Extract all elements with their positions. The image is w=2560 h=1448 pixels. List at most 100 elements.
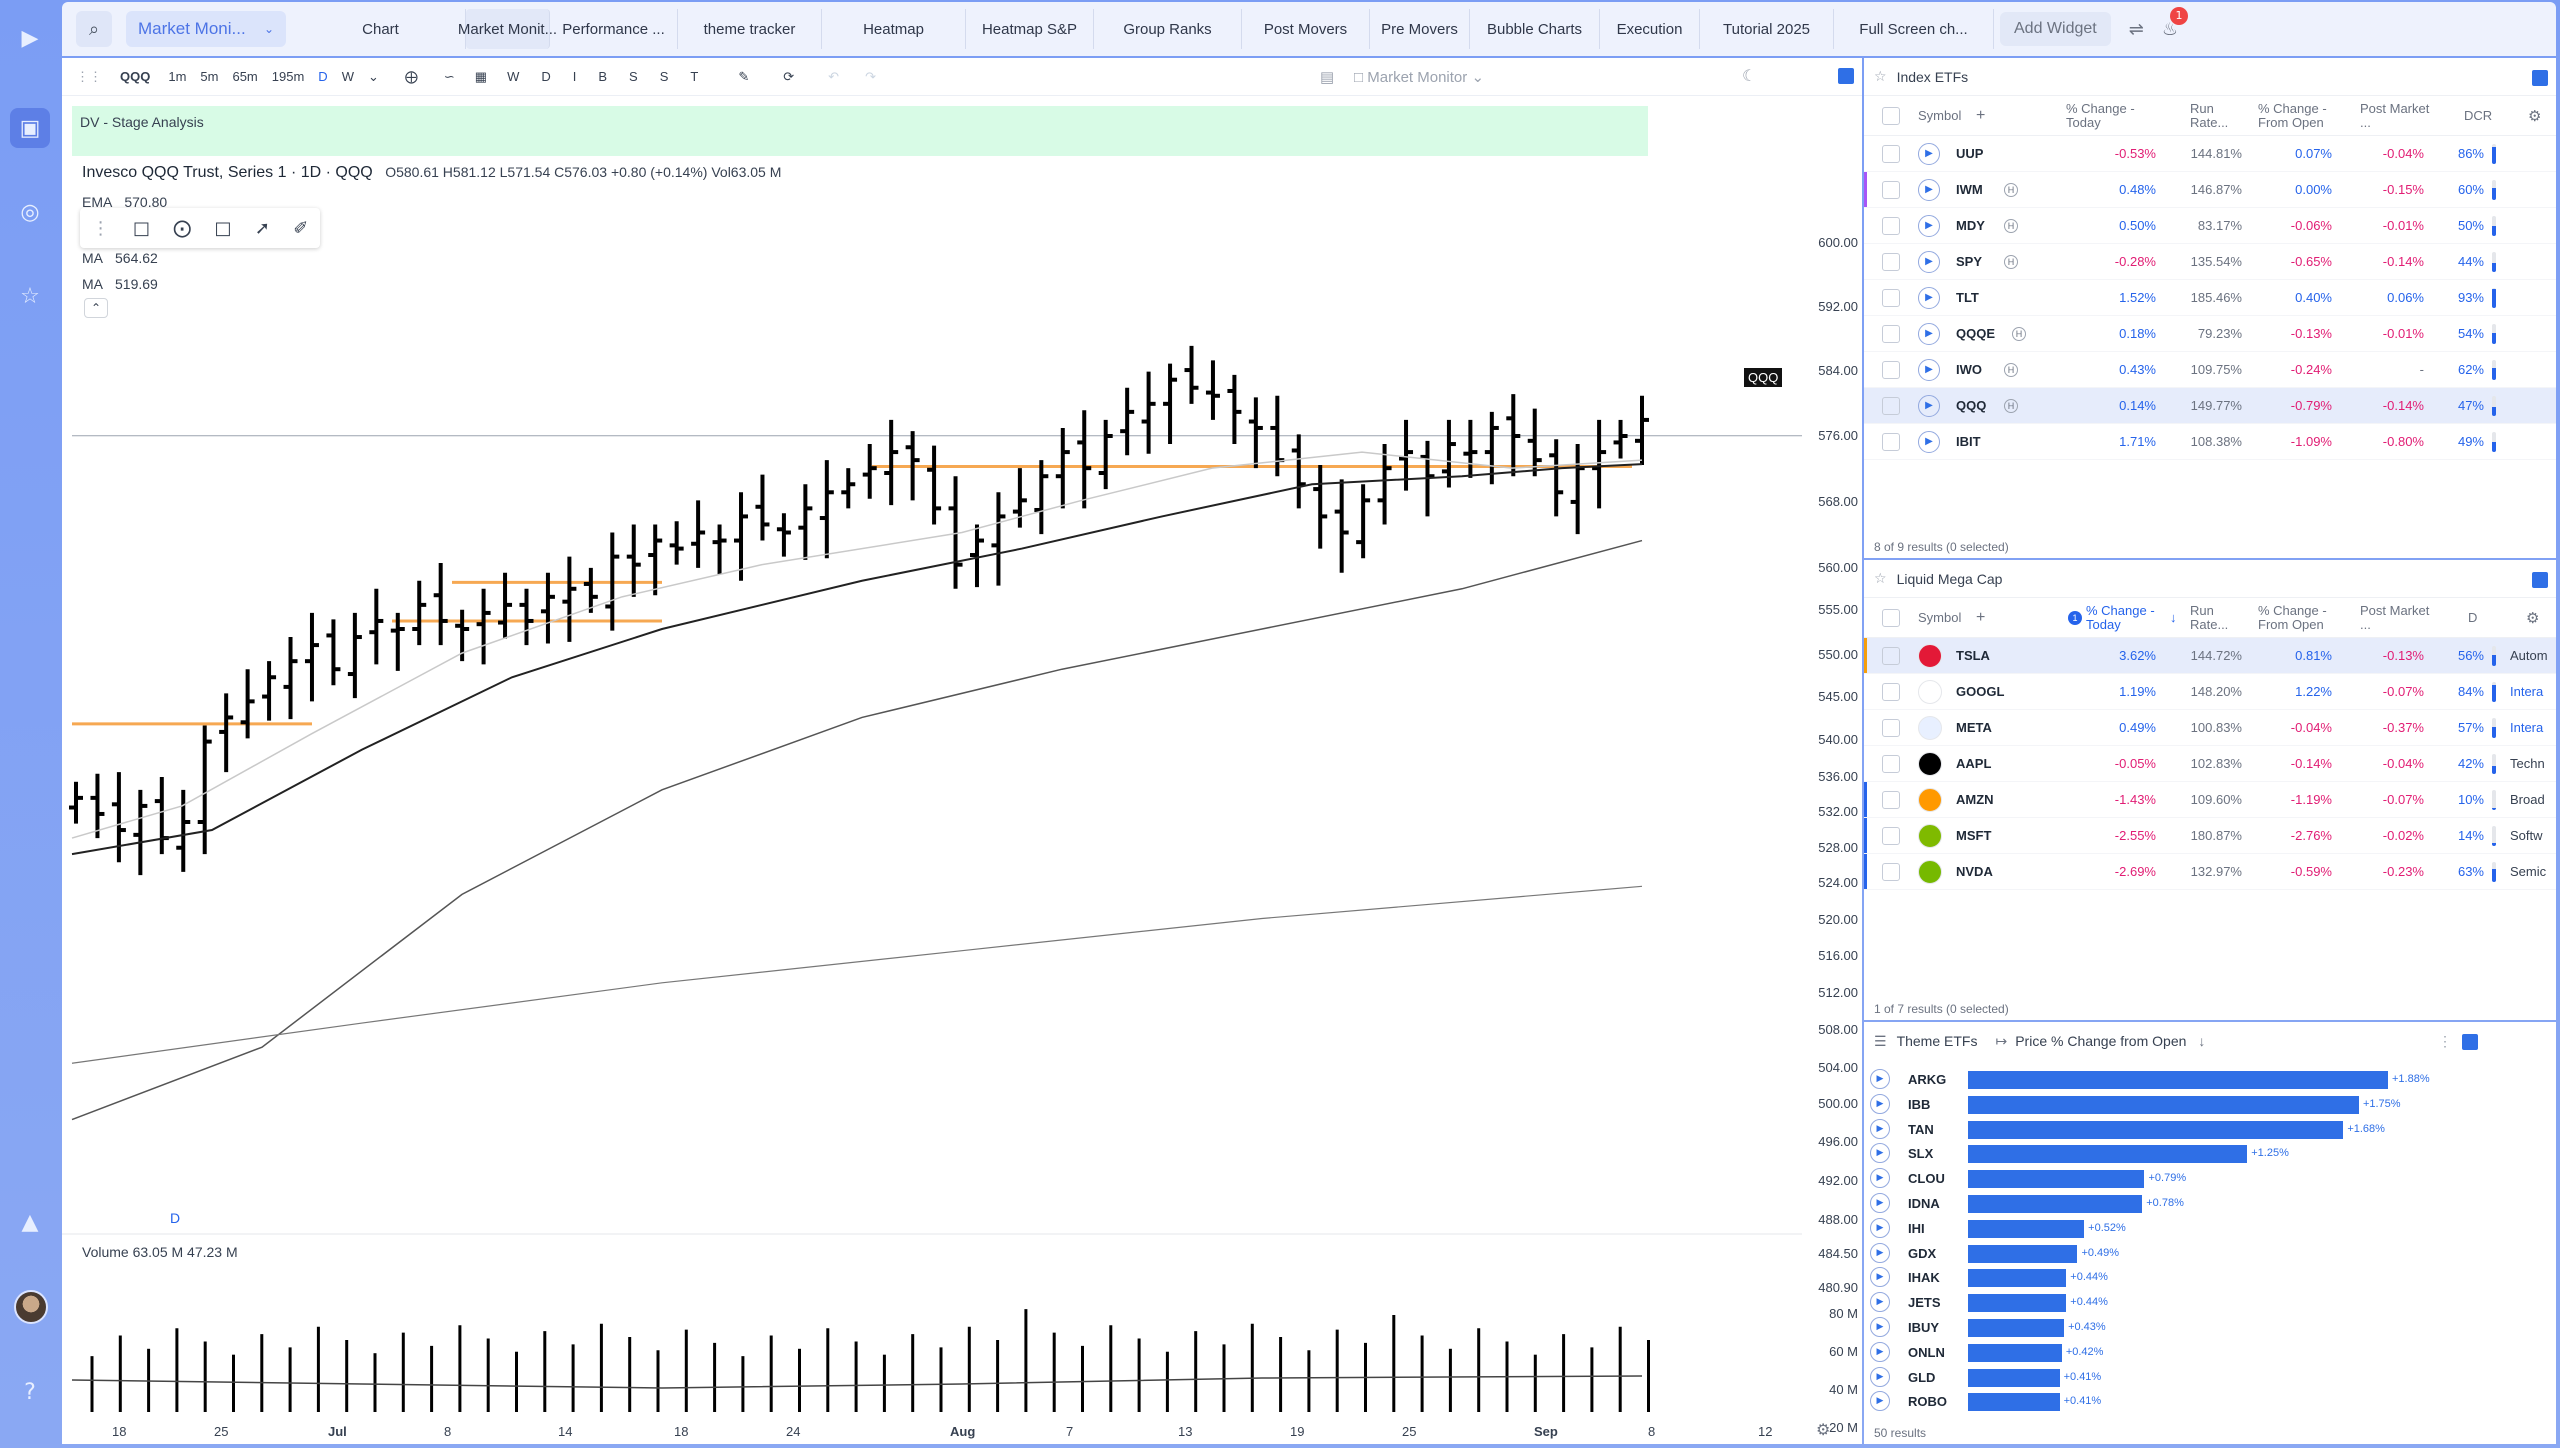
theme-etf-name[interactable]: IHAK xyxy=(1908,1270,1940,1285)
tab-performance[interactable]: Performance ... xyxy=(550,9,678,49)
notification-bell-icon[interactable]: ♨ 1 xyxy=(2162,6,2188,40)
play-icon[interactable]: ▶ xyxy=(1918,250,1940,273)
row-checkbox[interactable] xyxy=(1882,862,1900,881)
column-header-symbol[interactable]: Symbol xyxy=(1918,108,1961,123)
theme-etf-name[interactable]: IDNA xyxy=(1908,1196,1940,1211)
star-icon[interactable]: ☆ xyxy=(1874,69,1887,85)
select-all-checkbox[interactable] xyxy=(1882,106,1900,125)
row-checkbox[interactable] xyxy=(1882,396,1900,415)
theme-bar-row[interactable]: ▶ IBB +1.75% xyxy=(1864,1093,2401,1117)
symbol-cell[interactable]: QQQ xyxy=(1956,398,1986,413)
play-icon[interactable]: ▶ xyxy=(1870,1292,1890,1313)
more-options-icon[interactable]: ⋮ xyxy=(2438,1033,2452,1050)
play-icon[interactable]: ▶ xyxy=(1870,1317,1890,1337)
table-row[interactable]: ▶ TLT 1.52% 185.46% 0.40% 0.06% 93% xyxy=(1864,280,2556,316)
theme-etf-name[interactable]: ARKG xyxy=(1908,1072,1946,1087)
column-header-post[interactable]: Post Market ... xyxy=(2360,603,2430,632)
play-icon[interactable]: ▶ xyxy=(1870,1168,1890,1189)
symbol-cell[interactable]: AAPL xyxy=(1956,756,1991,771)
tab-chart[interactable]: Chart xyxy=(296,9,466,49)
theme-etf-name[interactable]: IBUY xyxy=(1908,1320,1939,1335)
play-icon[interactable]: ▶ xyxy=(1870,1193,1890,1213)
theme-etf-name[interactable]: ROBO xyxy=(1908,1394,1947,1409)
theme-etf-name[interactable]: CLOU xyxy=(1908,1171,1945,1186)
symbol-cell[interactable]: NVDA xyxy=(1956,864,1993,879)
column-header-symbol[interactable]: Symbol xyxy=(1918,610,1961,625)
column-header-dcr[interactable]: DCR xyxy=(2464,108,2492,123)
column-header-open[interactable]: % Change - From Open xyxy=(2258,603,2338,632)
row-checkbox[interactable] xyxy=(1882,790,1900,809)
theme-bar-row[interactable]: ▶ IHAK +0.44% xyxy=(1864,1266,2384,1290)
brush-tool-icon[interactable]: ✐ xyxy=(293,218,308,239)
symbol-cell[interactable]: QQQE xyxy=(1956,326,1995,341)
symbol-cell[interactable]: TSLA xyxy=(1956,648,1990,663)
theme-bar-row[interactable]: ▶ TAN +1.68% xyxy=(1864,1118,2385,1142)
theme-etf-name[interactable]: SLX xyxy=(1908,1146,1933,1161)
column-header-run[interactable]: Run Rate... xyxy=(2190,101,2246,130)
tab-pre-movers[interactable]: Pre Movers xyxy=(1370,9,1470,49)
table-row[interactable]: ▶ MDY H 0.50% 83.17% -0.06% -0.01% 50% xyxy=(1864,208,2556,244)
table-row[interactable]: ▶ QQQ H 0.14% 149.77% -0.79% -0.14% 47% xyxy=(1864,388,2556,424)
theme-bar-row[interactable]: ▶ ONLN +0.42% xyxy=(1864,1341,2384,1365)
metric-selector[interactable]: Price % Change from Open xyxy=(2015,1033,2186,1049)
symbol-cell[interactable]: IWM xyxy=(1956,182,1983,197)
row-checkbox[interactable] xyxy=(1882,180,1900,199)
column-header-chg[interactable]: % Change - Today xyxy=(2086,603,2166,632)
play-icon[interactable]: ▶ xyxy=(1870,1118,1890,1139)
play-icon[interactable]: ▶ xyxy=(1870,1341,1890,1362)
row-checkbox[interactable] xyxy=(1882,324,1900,343)
play-icon[interactable]: ▶ xyxy=(1870,1143,1890,1164)
columns-settings-icon[interactable]: ⚙ xyxy=(2526,609,2539,627)
tab-theme-tracker[interactable]: theme tracker xyxy=(678,9,822,49)
row-checkbox[interactable] xyxy=(1882,718,1900,737)
theme-etf-name[interactable]: IBB xyxy=(1908,1097,1930,1112)
symbol-cell[interactable]: SPY xyxy=(1956,254,1982,269)
row-checkbox[interactable] xyxy=(1882,216,1900,235)
theme-bar-row[interactable]: ▶ GDX +0.49% xyxy=(1864,1242,2384,1266)
link-color-icon[interactable] xyxy=(2532,572,2548,588)
theme-bar-row[interactable]: ▶ ROBO +0.41% xyxy=(1864,1390,2384,1414)
row-checkbox[interactable] xyxy=(1882,826,1900,845)
symbol-cell[interactable]: AMZN xyxy=(1956,792,1994,807)
row-checkbox[interactable] xyxy=(1882,646,1900,665)
link-color-icon[interactable] xyxy=(2462,1034,2478,1050)
table-row[interactable]: TSLA 3.62% 144.72% 0.81% -0.13% 56% Autom xyxy=(1864,638,2556,674)
row-checkbox[interactable] xyxy=(1882,360,1900,379)
row-checkbox[interactable] xyxy=(1882,144,1900,163)
table-row[interactable]: ▶ QQQE H 0.18% 79.23% -0.13% -0.01% 54% xyxy=(1864,316,2556,352)
theme-bar-row[interactable]: ▶ IDNA +0.78% xyxy=(1864,1192,2384,1216)
table-row[interactable]: NVDA -2.69% 132.97% -0.59% -0.23% 63% Semic xyxy=(1864,854,2556,890)
dashboard-icon[interactable]: ▣ xyxy=(10,108,50,148)
add-symbol-icon[interactable]: + xyxy=(1976,609,1985,627)
help-icon[interactable]: ? xyxy=(10,1372,50,1412)
select-all-checkbox[interactable] xyxy=(1882,608,1900,627)
tab-execution[interactable]: Execution xyxy=(1600,9,1700,49)
row-checkbox[interactable] xyxy=(1882,432,1900,451)
table-row[interactable]: META 0.49% 100.83% -0.04% -0.37% 57% Intera xyxy=(1864,710,2556,746)
sort-arrow-icon[interactable]: ↓ xyxy=(2198,1033,2205,1049)
logo-play-icon[interactable]: ▶ xyxy=(10,18,50,58)
symbol-cell[interactable]: META xyxy=(1956,720,1992,735)
row-checkbox[interactable] xyxy=(1882,288,1900,307)
table-row[interactable]: ▶ SPY H -0.28% 135.54% -0.65% -0.14% 44% xyxy=(1864,244,2556,280)
column-header-chg[interactable]: % Change - Today xyxy=(2066,101,2146,130)
tab-heatmap-s-p[interactable]: Heatmap S&P xyxy=(966,9,1094,49)
theme-bar-row[interactable]: ▶ IBUY +0.43% xyxy=(1864,1316,2384,1340)
holdings-icon[interactable]: H xyxy=(2004,254,2018,269)
table-row[interactable]: AAPL -0.05% 102.83% -0.14% -0.04% 42% Techn xyxy=(1864,746,2556,782)
theme-bar-row[interactable]: ▶ JETS +0.44% xyxy=(1864,1291,2384,1315)
theme-etf-name[interactable]: ONLN xyxy=(1908,1345,1945,1360)
list-icon[interactable]: ☰ xyxy=(1874,1033,1887,1050)
table-row[interactable]: GOOGL 1.19% 148.20% 1.22% -0.07% 84% Intera xyxy=(1864,674,2556,710)
play-icon[interactable]: ▶ xyxy=(1870,1366,1890,1387)
symbol-cell[interactable]: MSFT xyxy=(1956,828,1991,843)
play-icon[interactable]: ▶ xyxy=(1918,322,1940,345)
holdings-icon[interactable]: H xyxy=(2004,218,2018,233)
tab-group-ranks[interactable]: Group Ranks xyxy=(1094,9,1242,49)
play-icon[interactable]: ▶ xyxy=(1918,394,1940,417)
collapse-legend-button[interactable]: ⌃ xyxy=(84,298,108,318)
column-header-run[interactable]: Run Rate... xyxy=(2190,603,2246,632)
theme-etf-name[interactable]: TAN xyxy=(1908,1122,1934,1137)
table-row[interactable]: ▶ UUP -0.53% 144.81% 0.07% -0.04% 86% xyxy=(1864,136,2556,172)
table-row[interactable]: ▶ IWO H 0.43% 109.75% -0.24% - 62% xyxy=(1864,352,2556,388)
